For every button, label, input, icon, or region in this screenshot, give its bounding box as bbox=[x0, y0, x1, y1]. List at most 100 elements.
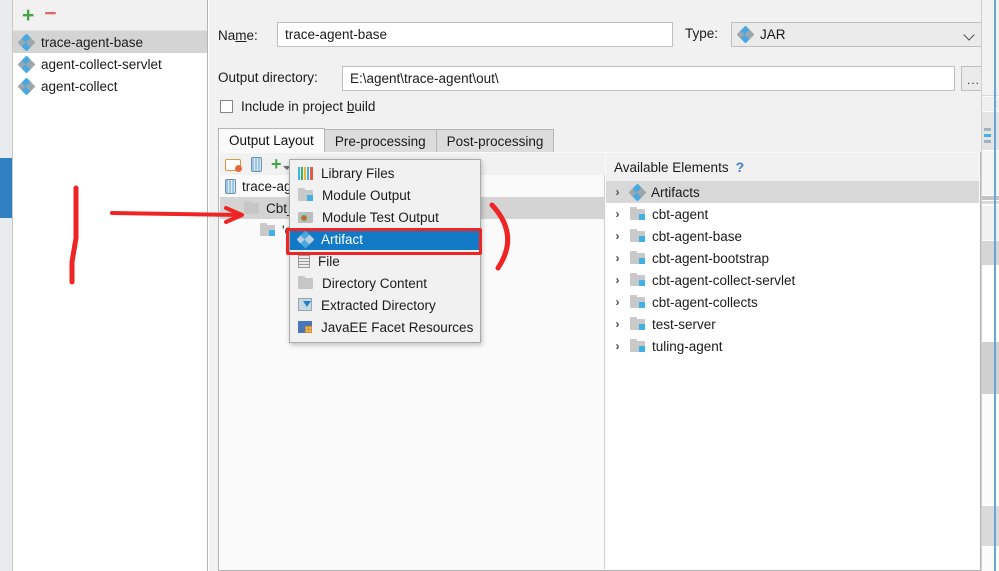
artifacts-list: trace-agent-base agent-collect-servlet a… bbox=[13, 31, 207, 571]
artifact-item-trace-agent-base[interactable]: trace-agent-base bbox=[13, 31, 207, 53]
remove-artifact-button[interactable]: − bbox=[44, 3, 56, 24]
artifact-item-agent-collect-servlet[interactable]: agent-collect-servlet bbox=[13, 53, 207, 75]
available-element-test-server[interactable]: › test-server bbox=[606, 313, 979, 335]
available-element-cbt-agent-bootstrap[interactable]: › cbt-agent-bootstrap bbox=[606, 247, 979, 269]
chevron-right-icon[interactable]: › bbox=[611, 339, 624, 353]
tab-post-processing[interactable]: Post-processing bbox=[435, 129, 555, 152]
available-element-artifacts[interactable]: › Artifacts bbox=[606, 181, 979, 203]
artifacts-list-panel: + − trace-agent-base agent-collect-servl… bbox=[0, 0, 208, 571]
menu-item-module-output[interactable]: Module Output bbox=[290, 184, 480, 206]
module-folder-icon bbox=[630, 251, 646, 265]
chevron-right-icon[interactable]: › bbox=[611, 295, 624, 309]
javaee-facet-icon bbox=[298, 320, 313, 334]
available-element-cbt-agent-collect-servlet[interactable]: › cbt-agent-collect-servlet bbox=[606, 269, 979, 291]
module-folder-icon bbox=[260, 223, 276, 237]
menu-item-label: File bbox=[318, 253, 340, 269]
file-icon bbox=[298, 254, 310, 268]
tab-label: Pre-processing bbox=[334, 133, 426, 149]
help-icon[interactable]: ? bbox=[736, 159, 745, 175]
available-element-cbt-agent[interactable]: › cbt-agent bbox=[606, 203, 979, 225]
available-elements-header: Available Elements ? bbox=[606, 153, 979, 181]
available-element-label: cbt-agent-base bbox=[652, 228, 743, 244]
chevron-right-icon[interactable]: › bbox=[611, 185, 624, 199]
jar-icon bbox=[225, 178, 236, 194]
artifact-icon bbox=[17, 77, 36, 95]
name-input[interactable]: trace-agent-base bbox=[277, 22, 673, 47]
module-test-output-icon bbox=[298, 210, 314, 224]
module-folder-icon bbox=[630, 295, 646, 309]
available-elements-list: › Artifacts › cbt-agent › cbt-agent-base… bbox=[606, 181, 979, 569]
artifact-item-label: agent-collect-servlet bbox=[41, 56, 162, 72]
type-select[interactable]: JAR bbox=[731, 22, 982, 47]
screen-root: + − trace-agent-base agent-collect-servl… bbox=[0, 0, 999, 571]
background-window-edge-strip bbox=[981, 0, 999, 571]
chevron-right-icon[interactable]: › bbox=[611, 273, 624, 287]
left-scrollbar[interactable] bbox=[0, 0, 13, 571]
available-element-label: cbt-agent-collects bbox=[652, 294, 758, 310]
chevron-right-icon[interactable]: › bbox=[611, 317, 624, 331]
chevron-right-icon[interactable]: › bbox=[611, 207, 624, 221]
module-output-icon bbox=[298, 188, 314, 202]
available-element-tuling-agent[interactable]: › tuling-agent bbox=[606, 335, 979, 357]
menu-item-label: Library Files bbox=[321, 165, 395, 181]
available-element-label: tuling-agent bbox=[652, 338, 723, 354]
menu-item-label: Directory Content bbox=[322, 275, 428, 291]
menu-item-javaee-facet-resources[interactable]: JavaEE Facet Resources bbox=[290, 316, 480, 338]
module-folder-icon bbox=[630, 317, 646, 331]
menu-item-label: Module Test Output bbox=[322, 209, 439, 225]
output-directory-input[interactable]: E:\agent\trace-agent\out\ bbox=[342, 66, 955, 91]
menu-item-module-test-output[interactable]: Module Test Output bbox=[290, 206, 480, 228]
menu-item-label: Extracted Directory bbox=[321, 297, 436, 313]
available-element-label: test-server bbox=[652, 316, 716, 332]
left-scrollbar-thumb[interactable] bbox=[0, 158, 12, 218]
menu-item-label: Artifact bbox=[321, 231, 364, 247]
type-label: Type: bbox=[685, 26, 719, 41]
library-files-icon bbox=[298, 166, 313, 180]
add-element-dropdown-button[interactable]: + bbox=[271, 155, 291, 173]
add-artifact-button[interactable]: + bbox=[22, 5, 34, 26]
available-element-cbt-agent-collects[interactable]: › cbt-agent-collects bbox=[606, 291, 979, 313]
menu-item-label: JavaEE Facet Resources bbox=[321, 319, 474, 335]
name-input-value: trace-agent-base bbox=[285, 27, 388, 42]
create-directory-icon[interactable] bbox=[225, 157, 242, 172]
artifact-item-label: agent-collect bbox=[41, 78, 118, 94]
artifact-icon bbox=[17, 33, 36, 51]
artifact-item-label: trace-agent-base bbox=[41, 34, 144, 50]
include-in-build-row[interactable]: Include in project build bbox=[220, 99, 375, 114]
create-archive-icon[interactable] bbox=[251, 156, 262, 172]
type-select-value: JAR bbox=[760, 27, 786, 42]
module-folder-icon bbox=[630, 273, 646, 287]
available-elements-title: Available Elements bbox=[614, 159, 729, 175]
directory-icon bbox=[298, 276, 314, 290]
available-element-cbt-agent-base[interactable]: › cbt-agent-base bbox=[606, 225, 979, 247]
artifacts-toolbar: + − bbox=[13, 0, 207, 31]
output-directory-value: E:\agent\trace-agent\out\ bbox=[350, 71, 499, 86]
output-directory-row: Output directory: E:\agent\trace-agent\o… bbox=[218, 66, 986, 92]
tab-pre-processing[interactable]: Pre-processing bbox=[323, 129, 437, 152]
include-in-build-checkbox[interactable] bbox=[220, 100, 233, 113]
menu-item-artifact[interactable]: Artifact bbox=[290, 228, 480, 250]
add-element-popup-menu: Library Files Module Output Module Test … bbox=[289, 159, 481, 343]
include-in-build-label: Include in project build bbox=[241, 99, 376, 114]
tab-label: Output Layout bbox=[229, 132, 314, 148]
chevron-right-icon[interactable]: › bbox=[611, 229, 624, 243]
folder-icon bbox=[244, 201, 260, 215]
menu-item-label: Module Output bbox=[322, 187, 411, 203]
artifact-item-agent-collect[interactable]: agent-collect bbox=[13, 75, 207, 97]
available-element-label: cbt-agent-bootstrap bbox=[652, 250, 770, 266]
available-element-label: cbt-agent-collect-servlet bbox=[652, 272, 796, 288]
tab-output-layout[interactable]: Output Layout bbox=[218, 128, 325, 152]
window-border-line bbox=[994, 0, 996, 571]
menu-item-file[interactable]: File bbox=[290, 250, 480, 272]
edge-decoration-icon bbox=[984, 128, 992, 146]
chevron-right-icon[interactable]: › bbox=[611, 251, 624, 265]
available-element-label: Artifacts bbox=[651, 184, 700, 200]
menu-item-extracted-directory[interactable]: Extracted Directory bbox=[290, 294, 480, 316]
menu-item-directory-content[interactable]: Directory Content bbox=[290, 272, 480, 294]
module-folder-icon bbox=[630, 229, 646, 243]
module-folder-icon bbox=[630, 339, 646, 353]
artifact-icon bbox=[296, 230, 315, 248]
menu-item-library-files[interactable]: Library Files bbox=[290, 162, 480, 184]
artifact-icon bbox=[628, 183, 647, 201]
detail-tabs: Output Layout Pre-processing Post-proces… bbox=[218, 128, 981, 152]
